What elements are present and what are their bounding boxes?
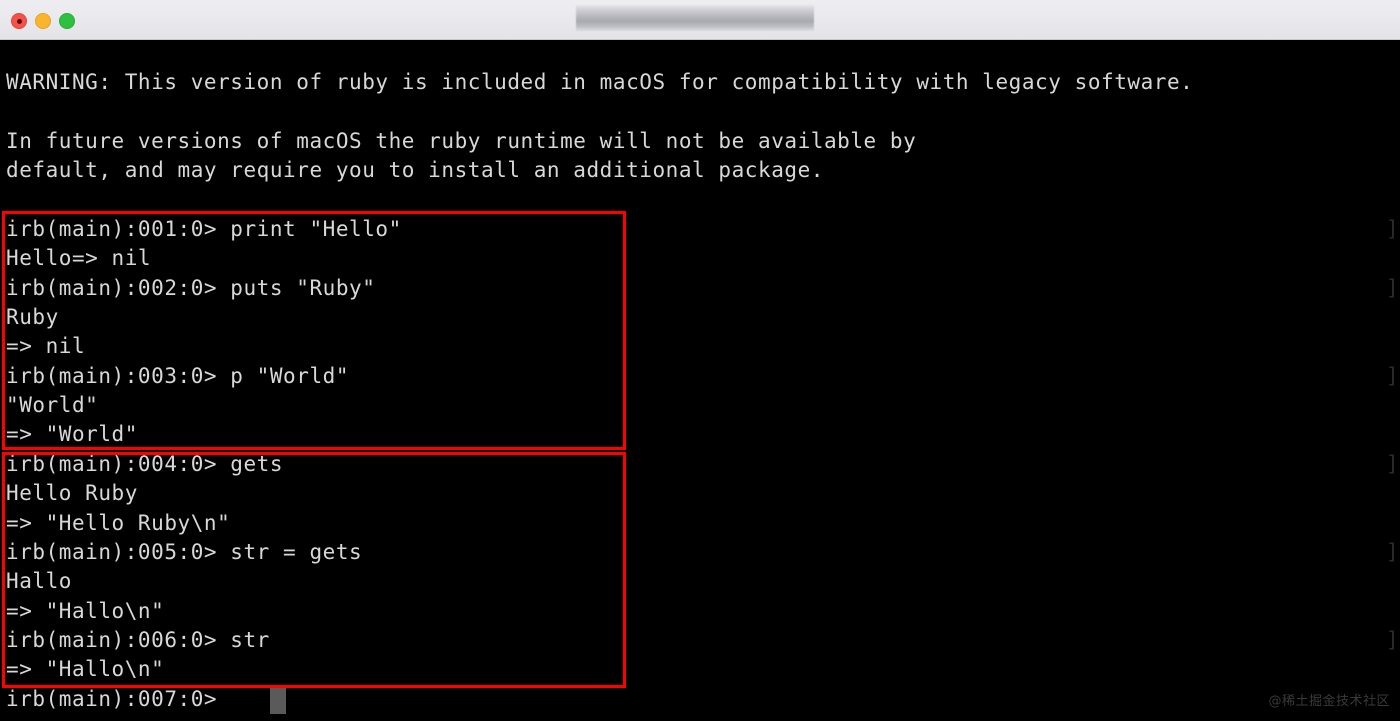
traffic-light-group	[11, 13, 75, 29]
terminal-session-line: => "Hallo\n"	[6, 657, 165, 681]
terminal-session-line: irb(main):006:0> str	[6, 628, 270, 652]
terminal-session-line: irb(main):002:0> puts "Ruby"	[6, 276, 376, 300]
edge-artifact: ]	[1386, 452, 1399, 476]
window-titlebar	[0, 0, 1400, 40]
edge-artifact: ]	[1386, 276, 1399, 300]
terminal-session-line: irb(main):005:0> str = gets	[6, 540, 363, 564]
edge-artifact: ]	[1386, 540, 1399, 564]
window-title-redacted	[576, 5, 814, 31]
terminal-body[interactable]: WARNING: This version of ruby is include…	[0, 40, 1400, 721]
minimize-button-icon[interactable]	[35, 13, 51, 29]
watermark-text: @稀土掘金技术社区	[1268, 694, 1390, 709]
terminal-warning-line: default, and may require you to install …	[6, 158, 824, 182]
terminal-session-line: Hello=> nil	[6, 246, 152, 270]
terminal-session-line: => "Hello Ruby\n"	[6, 511, 231, 535]
terminal-warning-line: In future versions of macOS the ruby run…	[6, 129, 917, 153]
edge-artifact: ]	[1386, 628, 1399, 652]
terminal-warning-line: WARNING: This version of ruby is include…	[6, 70, 1194, 94]
terminal-session-line: irb(main):004:0> gets	[6, 452, 284, 476]
maximize-button-icon[interactable]	[59, 13, 75, 29]
terminal-session-line: Hallo	[6, 569, 72, 593]
terminal-session-line: => nil	[6, 334, 86, 358]
terminal-session-line: Hello Ruby	[6, 481, 138, 505]
edge-artifact: ]	[1386, 217, 1399, 241]
text-cursor	[270, 688, 286, 714]
terminal-session-line: Ruby	[6, 305, 59, 329]
terminal-session-line: irb(main):003:0> p "World"	[6, 364, 350, 388]
terminal-prompt-line: irb(main):007:0>	[6, 687, 231, 711]
terminal-session-line: irb(main):001:0> print "Hello"	[6, 217, 402, 241]
close-button-icon[interactable]	[11, 13, 27, 29]
terminal-window: WARNING: This version of ruby is include…	[0, 0, 1400, 721]
terminal-session-line: => "World"	[6, 422, 138, 446]
terminal-session-line: "World"	[6, 393, 99, 417]
terminal-session-line: => "Hallo\n"	[6, 599, 165, 623]
edge-artifact: ]	[1386, 364, 1399, 388]
